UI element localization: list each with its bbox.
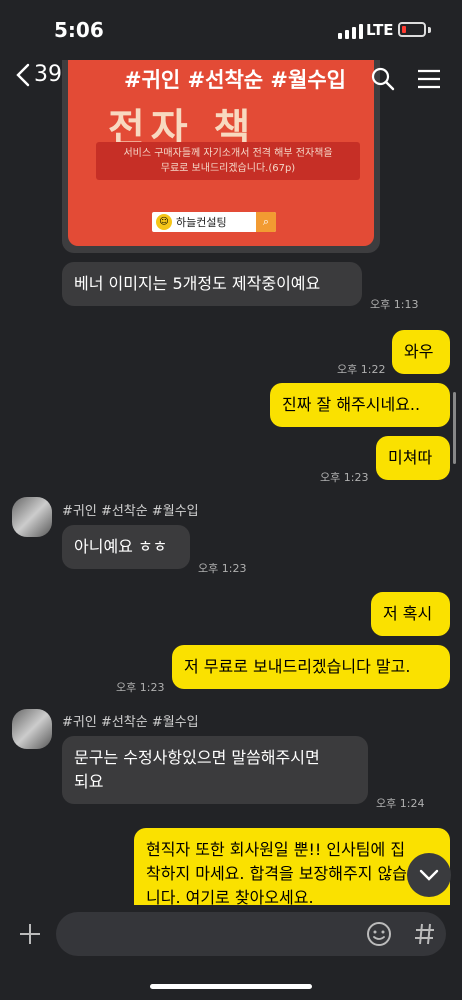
attach-button[interactable] — [16, 920, 44, 948]
emoji-button[interactable] — [366, 921, 392, 947]
message-line: 현직자 또한 회사원일 뿐!! 인사팀에 집 — [146, 840, 406, 859]
emoji-icon — [367, 922, 391, 946]
message-line: 되요 — [74, 772, 104, 791]
chevron-down-icon — [419, 869, 439, 881]
plus-icon — [20, 924, 40, 944]
message-bubble[interactable]: 와우 — [392, 330, 450, 374]
menu-icon — [418, 69, 440, 89]
battery-level — [402, 26, 406, 33]
message-time: 오후 1:22 — [337, 363, 386, 376]
unread-count: 39 — [34, 62, 62, 87]
battery-tip — [428, 27, 431, 33]
scroll-to-bottom-button[interactable] — [407, 853, 451, 897]
battery-icon — [398, 22, 426, 37]
banner-search-box: ☺ 하늘컨설팅 ⌕ — [152, 212, 276, 232]
banner-text-line1: 서비스 구매자들께 자기소개서 전격 해부 전자책을 — [123, 148, 333, 159]
message-time: 오후 1:13 — [370, 298, 419, 311]
message-bubble[interactable]: 아니예요 ㅎㅎ — [62, 525, 190, 569]
banner-brand: 하늘컨설팅 — [176, 216, 227, 229]
message-bubble[interactable]: 미쳐따 — [376, 436, 450, 480]
message-line: 문구는 수정사항있으면 말씀해주시면 — [74, 748, 320, 767]
scrollbar[interactable] — [453, 392, 456, 464]
banner-description: 서비스 구매자들께 자기소개서 전격 해부 전자책을 무료로 보내드리겠습니다.… — [96, 142, 360, 180]
menu-button[interactable] — [416, 66, 442, 92]
hashtag-button[interactable] — [412, 921, 438, 947]
message-bubble[interactable]: 베너 이미지는 5개정도 제작중이예요 — [62, 262, 362, 306]
sender-name: #귀인 #선착순 #월수입 — [62, 504, 199, 519]
banner-text-line2: 무료로 보내드리겠습니다.(67p) — [160, 163, 296, 174]
message-time: 오후 1:23 — [320, 471, 369, 484]
hash-icon — [415, 923, 434, 945]
message-bubble[interactable]: 진짜 잘 해주시네요.. — [270, 383, 450, 427]
chat-title: #귀인 #선착순 #월수입 — [124, 68, 346, 92]
message-line: 착하지 마세요. 합격을 보장해주지 않습 — [146, 864, 407, 883]
message-bubble[interactable]: 문구는 수정사항있으면 말씀해주시면 되요 — [62, 736, 368, 804]
sender-name: #귀인 #선착순 #월수입 — [62, 715, 199, 730]
message-time: 오후 1:23 — [116, 681, 165, 694]
search-button[interactable] — [370, 66, 396, 92]
message-time: 오후 1:23 — [198, 562, 247, 575]
message-bubble[interactable]: 저 혹시 — [371, 592, 450, 636]
search-icon — [371, 67, 395, 91]
avatar[interactable] — [12, 497, 52, 537]
avatar[interactable] — [12, 709, 52, 749]
status-time: 5:06 — [54, 18, 104, 42]
signal-icon — [338, 24, 363, 39]
message-time: 오후 1:24 — [376, 797, 425, 810]
network-label: LTE — [366, 21, 394, 39]
banner-search-icon: ⌕ — [256, 212, 276, 232]
home-indicator — [150, 984, 312, 989]
smiley-logo-icon: ☺ — [156, 214, 172, 230]
message-bubble[interactable]: 저 무료로 보내드리겠습니다 말고. — [172, 645, 450, 689]
back-button[interactable]: 39 — [16, 62, 62, 87]
chevron-left-icon — [16, 63, 30, 86]
